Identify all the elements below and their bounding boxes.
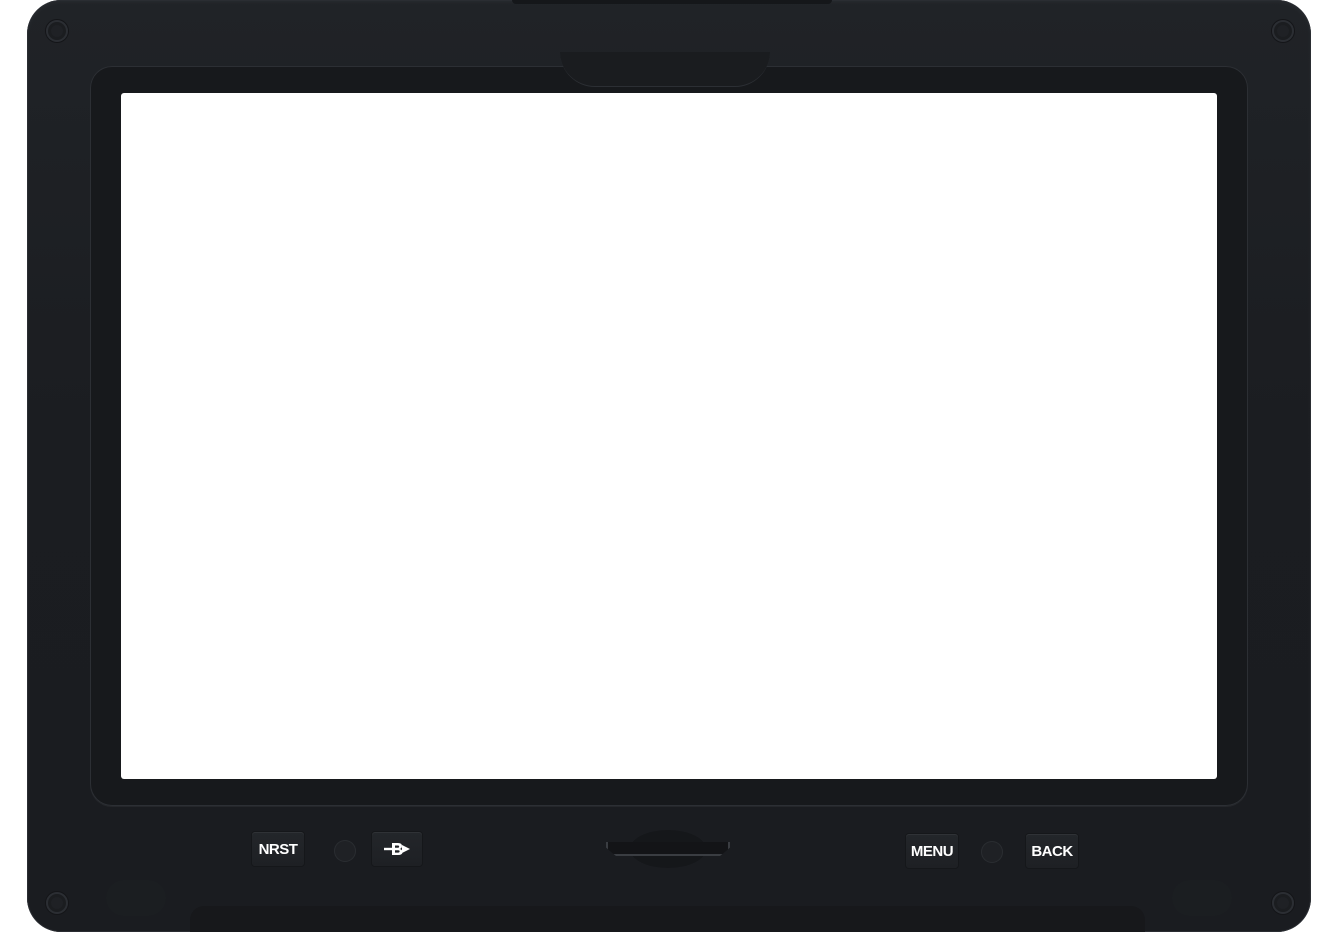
screw-bottom-left-icon xyxy=(46,892,68,914)
screw-top-right-icon xyxy=(1272,20,1294,42)
left-indicator-knob xyxy=(334,840,356,862)
left-foot xyxy=(106,880,166,916)
right-indicator-knob xyxy=(981,841,1003,863)
right-foot xyxy=(1172,880,1232,916)
frame-top-bump xyxy=(560,52,770,87)
base-ridge xyxy=(190,906,1145,932)
nrst-button[interactable]: NRST xyxy=(252,832,304,866)
screw-bottom-right-icon xyxy=(1272,892,1294,914)
direct-to-icon xyxy=(384,843,410,855)
back-button[interactable]: BACK xyxy=(1026,834,1078,868)
top-notch xyxy=(512,0,832,4)
sd-card-slot[interactable] xyxy=(606,842,730,856)
direct-to-button[interactable] xyxy=(372,832,422,866)
screw-top-left-icon xyxy=(46,20,68,42)
display-screen[interactable] xyxy=(121,93,1217,779)
avionics-display-unit: NRST MENU BACK xyxy=(0,0,1338,932)
menu-button[interactable]: MENU xyxy=(906,834,958,868)
